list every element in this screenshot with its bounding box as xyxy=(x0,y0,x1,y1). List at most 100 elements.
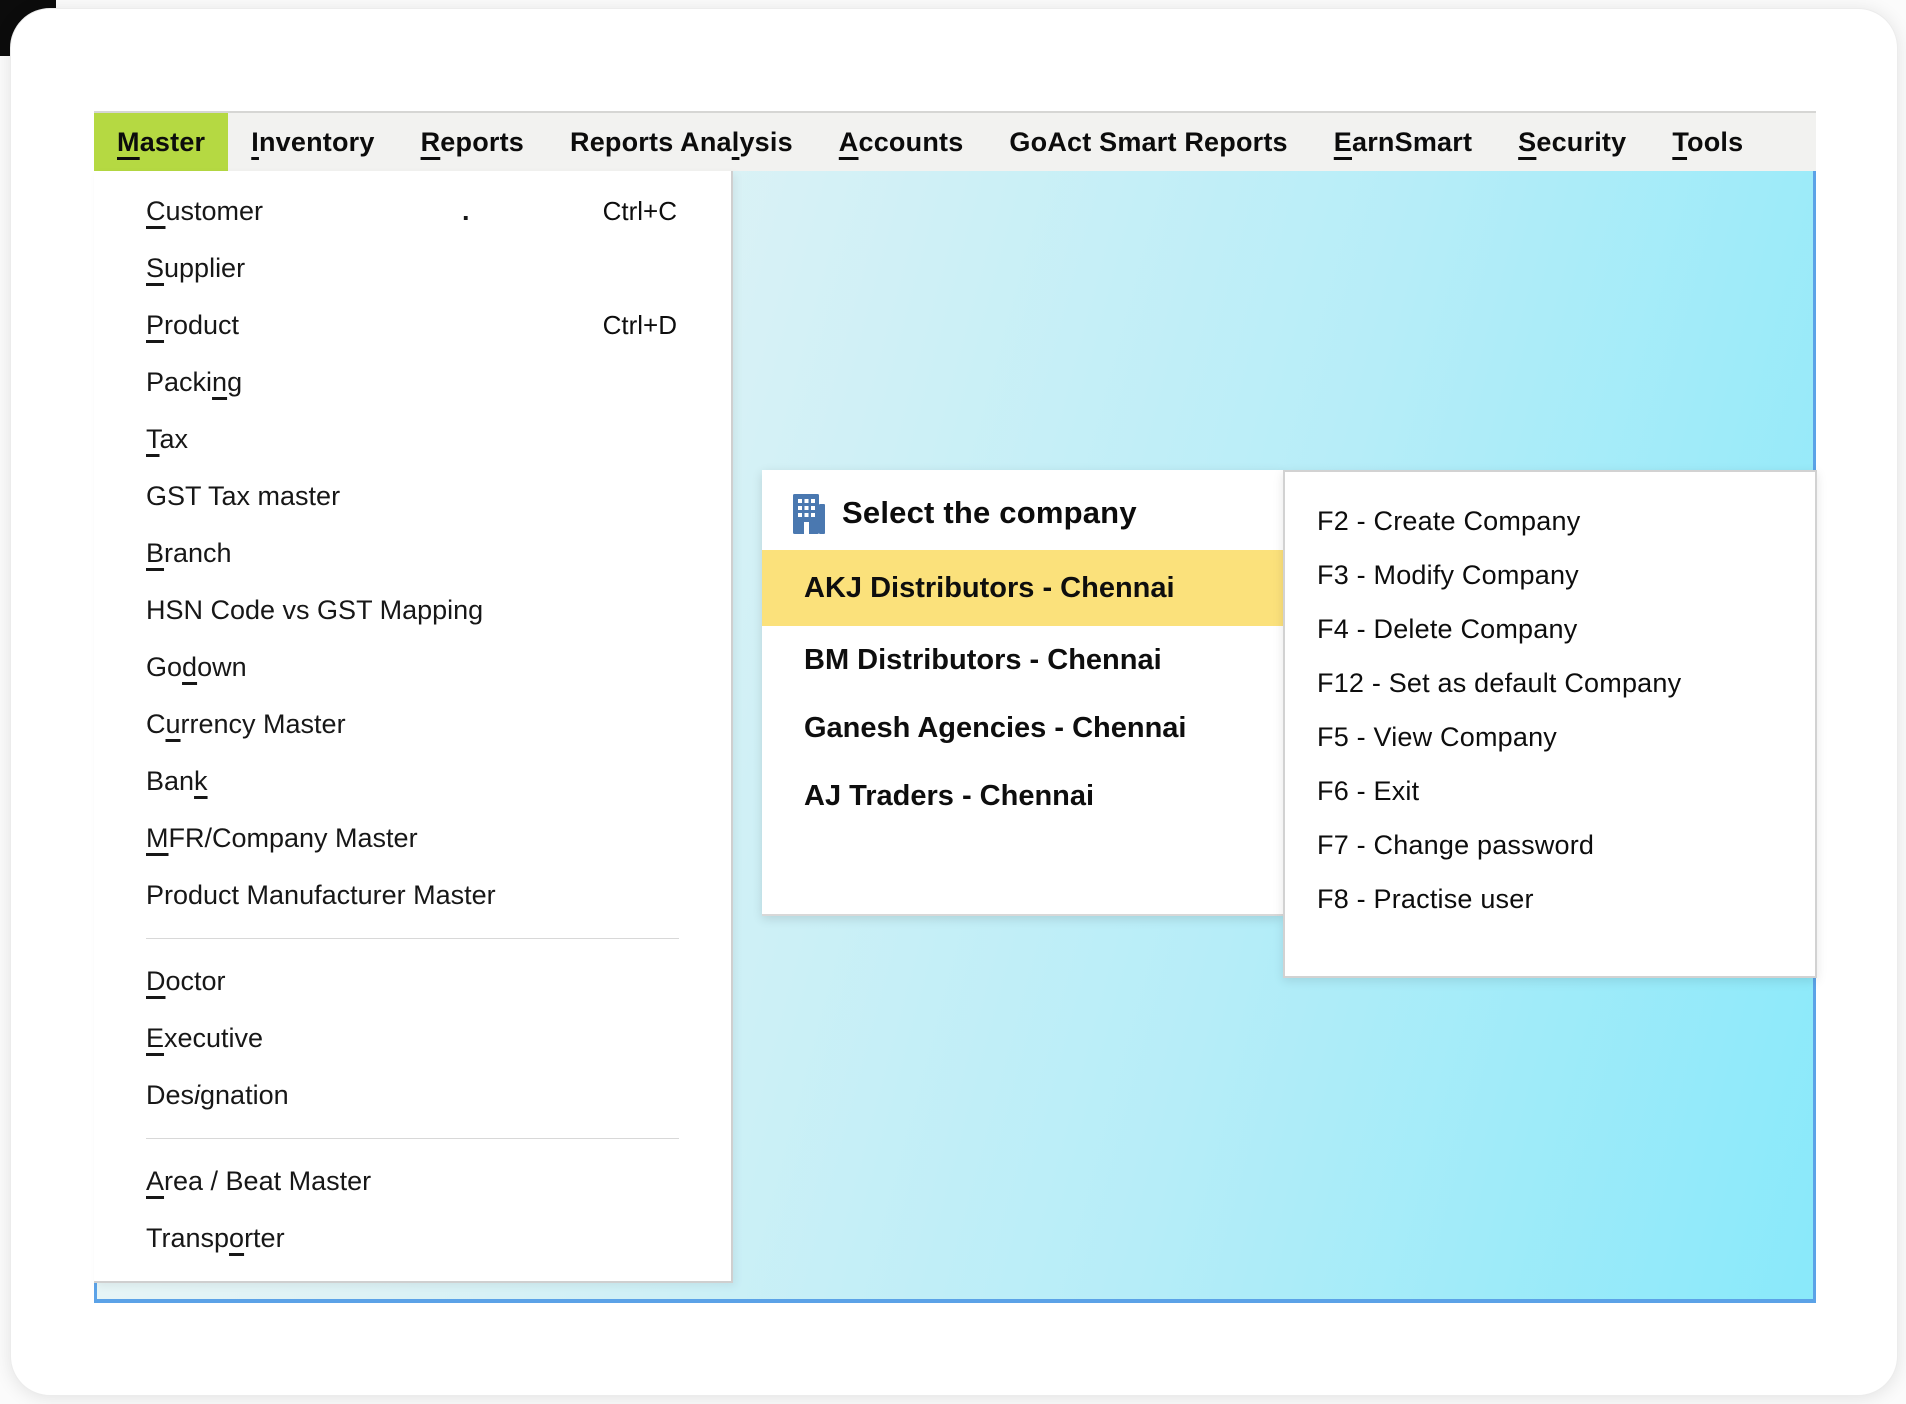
menu-item-product-manufacturer-master[interactable]: Product Manufacturer Master xyxy=(94,867,731,924)
label: Master xyxy=(117,127,205,158)
menu-item-packing[interactable]: Packing xyxy=(94,354,731,411)
hotkey-letter: M xyxy=(146,823,169,853)
hotkey-letter: R xyxy=(421,127,441,157)
company-dialog: Select the company AKJ Distributors - Ch… xyxy=(762,470,1283,916)
label: EarnSmart xyxy=(1334,127,1472,158)
hotkey-letter: P xyxy=(146,310,164,340)
menu-item-goact-smart-reports[interactable]: GoAct Smart Reports xyxy=(986,113,1310,171)
label: Godown xyxy=(146,652,247,683)
label: Packing xyxy=(146,367,242,398)
label: Doctor xyxy=(146,966,226,997)
menu-bar: Master Inventory Reports Reports Analysis Ac… xyxy=(94,111,1816,171)
menu-item-security[interactable]: Security xyxy=(1495,113,1649,171)
company-item-ganesh-agencies-chennai[interactable]: Ganesh Agencies - Chennai xyxy=(762,694,1283,762)
company-list: AKJ Distributors - ChennaiBM Distributor… xyxy=(762,550,1283,830)
label: Branch xyxy=(146,538,232,569)
building-icon xyxy=(792,492,826,534)
master-menu-dropdown: Customer. Ctrl+C Supplier ProductCtrl+D Pack… xyxy=(94,171,733,1283)
menu-item-master[interactable]: Master xyxy=(94,113,228,171)
hotkey-letter: k xyxy=(194,766,208,796)
hotkey-letter: i xyxy=(194,1080,200,1110)
label: Executive xyxy=(146,1023,263,1054)
label: Accounts xyxy=(839,127,964,158)
hotkey-letter: D xyxy=(146,966,166,996)
hotkey-letter: E xyxy=(146,1023,164,1053)
label: MFR/Company Master xyxy=(146,823,418,854)
menu-item-earnsmart[interactable]: EarnSmart xyxy=(1311,113,1495,171)
menu-divider xyxy=(146,1138,679,1139)
company-item-aj-traders-chennai[interactable]: AJ Traders - Chennai xyxy=(762,762,1283,830)
hotkey-letter: T xyxy=(146,424,160,454)
menu-item-mfr-company-master[interactable]: MFR/Company Master xyxy=(94,810,731,867)
menu-item-transporter[interactable]: Transporter xyxy=(94,1210,731,1267)
menu-item-bank[interactable]: Bank xyxy=(94,753,731,810)
menu-item-designation[interactable]: Designation xyxy=(94,1067,731,1124)
hotkey-letter: d xyxy=(182,652,197,682)
hotkey-letter: A xyxy=(839,127,859,157)
label: Transporter xyxy=(146,1223,285,1254)
fkey-item-f5[interactable]: F5 - View Company xyxy=(1285,710,1815,764)
fkey-item-f2[interactable]: F2 - Create Company xyxy=(1285,494,1815,548)
fkey-item-f3[interactable]: F3 - Modify Company xyxy=(1285,548,1815,602)
menu-item-gst-tax-master[interactable]: GST Tax master xyxy=(94,468,731,525)
fkey-item-f8[interactable]: F8 - Practise user xyxy=(1285,872,1815,926)
hotkey-letter: o xyxy=(229,1223,244,1253)
company-item-bm-distributors-chennai[interactable]: BM Distributors - Chennai xyxy=(762,626,1283,694)
hotkey-letter: I xyxy=(251,127,259,157)
hotkey-letter: A xyxy=(146,1166,164,1196)
label: GST Tax master xyxy=(146,481,340,512)
hotkey-letter: E xyxy=(1334,127,1352,157)
label: GoAct Smart Reports xyxy=(1009,127,1287,158)
hotkey-letter: n xyxy=(212,367,227,397)
menu-item-reports-analysis[interactable]: Reports Analysis xyxy=(547,113,816,171)
label: Designation xyxy=(146,1080,289,1111)
hotkey-letter: l xyxy=(732,127,740,157)
menu-item-reports[interactable]: Reports xyxy=(398,113,547,171)
label: Supplier xyxy=(146,253,245,284)
hotkey-letter: C xyxy=(146,196,166,226)
menu-item-customer[interactable]: Customer. Ctrl+C xyxy=(94,183,731,240)
menu-item-branch[interactable]: Branch xyxy=(94,525,731,582)
menu-item-product[interactable]: ProductCtrl+D xyxy=(94,297,731,354)
menu-item-supplier[interactable]: Supplier xyxy=(94,240,731,297)
menu-item-inventory[interactable]: Inventory xyxy=(228,113,397,171)
hotkey-letter: S xyxy=(146,253,164,283)
menu-item-tools[interactable]: Tools xyxy=(1649,113,1766,171)
fkey-item-f4[interactable]: F4 - Delete Company xyxy=(1285,602,1815,656)
menu-item-godown[interactable]: Godown xyxy=(94,639,731,696)
label: Bank xyxy=(146,766,208,797)
hotkey-letter: M xyxy=(117,127,140,157)
menu-item-area-beat-master[interactable]: Area / Beat Master xyxy=(94,1153,731,1210)
menu-item-currency-master[interactable]: Currency Master xyxy=(94,696,731,753)
hotkey-letter: B xyxy=(146,538,164,568)
label: Customer xyxy=(146,196,263,227)
label: HSN Code vs GST Mapping xyxy=(146,595,483,626)
label: Product Manufacturer Master xyxy=(146,880,496,911)
menu-item-accounts[interactable]: Accounts xyxy=(816,113,987,171)
hotkey-letter: S xyxy=(1518,127,1536,157)
company-dialog-header: Select the company xyxy=(762,470,1283,550)
label: Tax xyxy=(146,424,188,455)
label: Tools xyxy=(1672,127,1743,158)
label: Reports xyxy=(421,127,524,158)
function-key-panel: F2 - Create CompanyF3 - Modify CompanyF4… xyxy=(1283,470,1817,978)
company-item-akj-distributors-chennai[interactable]: AKJ Distributors - Chennai xyxy=(762,550,1283,626)
label: Security xyxy=(1518,127,1626,158)
stray-dot: . xyxy=(462,196,470,227)
company-dialog-title: Select the company xyxy=(842,495,1137,531)
hotkey-letter: u xyxy=(166,709,181,739)
label: Currency Master xyxy=(146,709,346,740)
label: Area / Beat Master xyxy=(146,1166,371,1197)
menu-item-executive[interactable]: Executive xyxy=(94,1010,731,1067)
menu-item-tax[interactable]: Tax xyxy=(94,411,731,468)
label: Product xyxy=(146,310,239,341)
menu-divider xyxy=(146,938,679,939)
fkey-item-f7[interactable]: F7 - Change password xyxy=(1285,818,1815,872)
label: Inventory xyxy=(251,127,374,158)
fkey-item-f6[interactable]: F6 - Exit xyxy=(1285,764,1815,818)
fkey-item-f12[interactable]: F12 - Set as default Company xyxy=(1285,656,1815,710)
shortcut-label: Ctrl+C xyxy=(603,196,677,227)
menu-item-doctor[interactable]: Doctor xyxy=(94,953,731,1010)
menu-item-hsn-code-vs-gst-mapping[interactable]: HSN Code vs GST Mapping xyxy=(94,582,731,639)
label: Reports Analysis xyxy=(570,127,793,158)
